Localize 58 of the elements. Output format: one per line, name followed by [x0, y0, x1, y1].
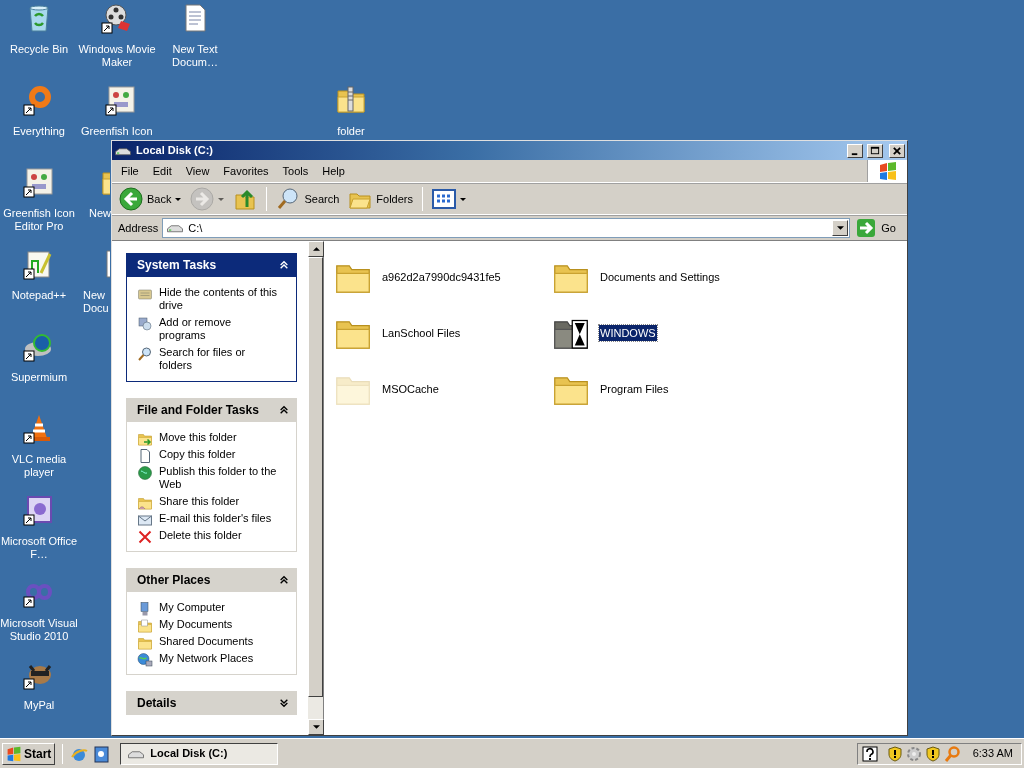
desktop-icon-label[interactable]: MyPal	[23, 699, 55, 712]
task-link[interactable]: My Documents	[159, 618, 280, 631]
menu-item[interactable]: View	[178, 162, 217, 180]
panel-header[interactable]: System Tasks	[126, 253, 297, 277]
desktop-icon-label[interactable]: New Docu	[83, 289, 110, 315]
task-link[interactable]: Publish this folder to the Web	[159, 465, 280, 491]
menu-item[interactable]: Help	[315, 162, 352, 180]
panel-header[interactable]: Details	[126, 691, 297, 715]
go-button[interactable]: Go	[854, 218, 904, 238]
task-link[interactable]: Copy this folder	[159, 448, 280, 461]
desktop-icon-label[interactable]: Microsoft Office F…	[0, 535, 79, 561]
desktop-icon-label[interactable]: Greenfish Icon	[81, 125, 153, 138]
panel-title: File and Folder Tasks	[137, 402, 259, 419]
window-title: Local Disk (C:)	[136, 143, 214, 159]
search-button[interactable]: Search	[273, 185, 343, 213]
address-field[interactable]: C:\	[162, 218, 851, 238]
file-name[interactable]: LanSchool Files	[381, 324, 462, 342]
desktop-icon-label[interactable]: Supermium	[10, 371, 68, 384]
menu-item[interactable]: File	[114, 162, 146, 180]
file-name[interactable]: a962d2a7990dc9431fe5	[381, 268, 502, 286]
panel-title: Details	[137, 695, 177, 712]
menu-item[interactable]: Tools	[275, 162, 316, 180]
desktop-icon-label[interactable]: Windows Movie Maker	[77, 43, 157, 69]
task-link[interactable]: E-mail this folder's files	[159, 512, 280, 525]
task-link[interactable]: Search for files or folders	[159, 346, 280, 372]
task-link[interactable]: Move this folder	[159, 431, 280, 444]
folders-button[interactable]: Folders	[345, 185, 416, 213]
desktop-icon-label[interactable]: New Text Docum…	[155, 43, 235, 69]
panel-header[interactable]: Other Places	[126, 568, 297, 592]
file-name[interactable]: MSOCache	[381, 380, 440, 398]
desktop-icon-label[interactable]: Notepad++	[11, 289, 67, 302]
file-name[interactable]: WINDOWS	[599, 324, 657, 342]
desktop-icon-label[interactable]: folder	[337, 125, 365, 138]
start-button[interactable]: Start	[2, 742, 56, 765]
address-label: Address	[118, 220, 159, 236]
back-button[interactable]: Back	[116, 185, 185, 213]
panel-title: Other Places	[137, 572, 211, 589]
taskbar-button[interactable]: Local Disk (C:)	[120, 742, 279, 765]
desktop-icon-label[interactable]: Microsoft Visual Studio 2010	[0, 617, 79, 643]
task-link[interactable]: Hide the contents of this drive	[159, 286, 280, 312]
task-link[interactable]: My Computer	[159, 601, 280, 614]
task-link[interactable]: Delete this folder	[159, 529, 280, 542]
task-link[interactable]: Add or remove programs	[159, 316, 280, 342]
panel-title: System Tasks	[137, 257, 217, 274]
menu-item[interactable]: Edit	[145, 162, 179, 180]
file-name[interactable]: Documents and Settings	[599, 268, 721, 286]
task-link[interactable]: Shared Documents	[159, 635, 280, 648]
task-link[interactable]: Share this folder	[159, 495, 280, 508]
desktop-icon-label[interactable]: Everything	[13, 125, 65, 138]
desktop-icon-label[interactable]: New	[89, 207, 111, 220]
desktop-icon-label[interactable]: Recycle Bin	[9, 43, 69, 56]
clock: 6:33 AM	[972, 746, 1013, 762]
desktop-icon-label[interactable]: VLC media player	[0, 453, 79, 479]
panel-header[interactable]: File and Folder Tasks	[126, 398, 297, 422]
file-name[interactable]: Program Files	[599, 380, 670, 398]
task-link[interactable]: My Network Places	[159, 652, 280, 665]
menu-item[interactable]: Favorites	[216, 162, 276, 180]
desktop-icon-label[interactable]: Greenfish Icon Editor Pro	[0, 207, 79, 233]
